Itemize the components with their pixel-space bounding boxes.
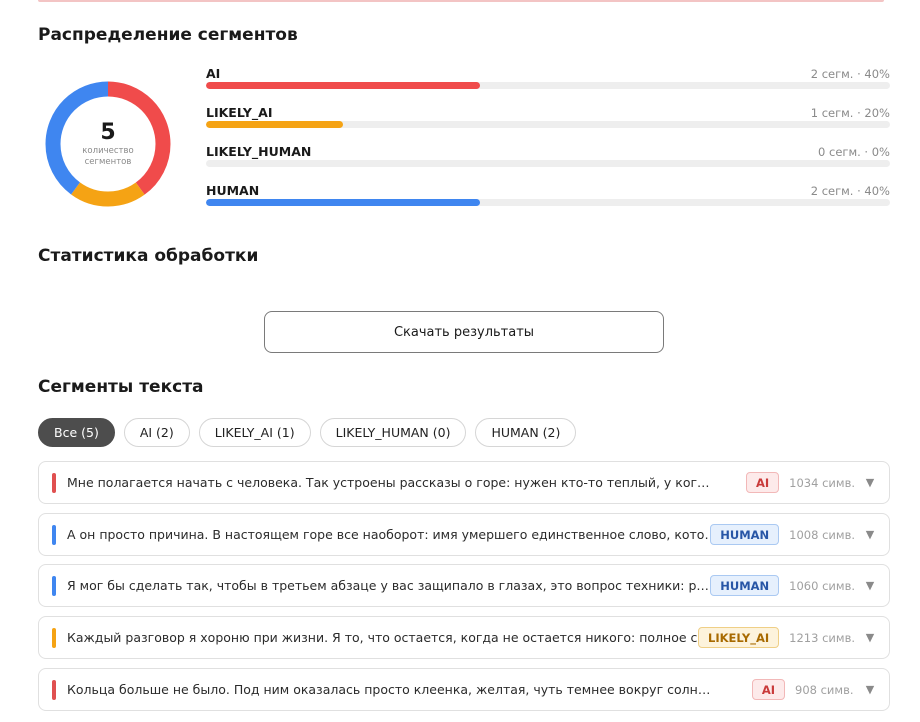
segment-char-count: 1213 симв. [789, 630, 855, 645]
distribution-track [206, 82, 890, 89]
segment-accent [52, 628, 56, 648]
segment-badge: AI [745, 472, 780, 493]
distribution-track [206, 160, 890, 167]
filter-chip[interactable]: AI (2) [123, 418, 190, 447]
distribution-row: LIKELY_HUMAN 0 сегм. · 0% [206, 144, 890, 174]
distribution-track [206, 199, 890, 206]
donut-total: 5 [100, 120, 116, 145]
distribution-meta: 1 сегм. · 20% [810, 106, 890, 120]
distribution-fill [206, 82, 480, 89]
segment-row[interactable]: А он просто причина. В настоящем горе вс… [38, 513, 890, 556]
segment-badge: HUMAN [710, 524, 780, 545]
distribution-row: HUMAN 2 сегм. · 40% [206, 183, 890, 213]
distribution-row: LIKELY_AI 1 сегм. · 20% [206, 105, 890, 135]
segment-accent [52, 680, 56, 700]
segment-badge: HUMAN [710, 575, 780, 596]
chevron-down-icon[interactable]: ▼ [865, 631, 875, 644]
segment-badge: LIKELY_AI [698, 627, 780, 648]
segment-accent [52, 525, 56, 545]
distribution-label: LIKELY_AI [206, 105, 273, 120]
segment-text: Мне полагается начать с человека. Так ус… [67, 475, 717, 490]
segment-row[interactable]: Кольца больше не было. Под ним оказалась… [38, 668, 890, 711]
download-results-button[interactable]: Скачать результаты [264, 311, 664, 353]
chevron-down-icon[interactable]: ▼ [865, 579, 875, 592]
distribution-label: LIKELY_HUMAN [206, 144, 312, 159]
chevron-down-icon[interactable]: ▼ [865, 528, 875, 541]
segment-text: Я мог бы сделать так, чтобы в третьем аб… [67, 578, 717, 593]
segment-accent [52, 473, 56, 493]
top-card-edge [38, 0, 884, 2]
segment-meta: AI 908 симв. ▼ [751, 669, 875, 710]
filter-chip[interactable]: HUMAN (2) [475, 418, 577, 447]
distribution-track [206, 121, 890, 128]
donut-center: 5 количество сегментов [44, 80, 172, 208]
segment-char-count: 908 симв. [795, 682, 854, 697]
stats-title: Статистика обработки [38, 246, 259, 266]
filter-chip[interactable]: Все (5) [38, 418, 115, 447]
distribution-fill [206, 199, 480, 206]
segment-meta: HUMAN 1008 симв. ▼ [710, 514, 875, 555]
segment-accent [52, 576, 56, 596]
distribution-row: AI 2 сегм. · 40% [206, 66, 890, 96]
segment-row[interactable]: Я мог бы сделать так, чтобы в третьем аб… [38, 564, 890, 607]
segments-donut-chart: 5 количество сегментов [44, 80, 172, 208]
distribution-label: AI [206, 66, 221, 81]
distribution-label: HUMAN [206, 183, 260, 198]
segment-row[interactable]: Мне полагается начать с человека. Так ус… [38, 461, 890, 504]
distribution-meta: 2 сегм. · 40% [810, 184, 890, 198]
segment-filters: Все (5) AI (2) LIKELY_AI (1) LIKELY_HUMAN (… [38, 418, 577, 447]
segment-text: А он просто причина. В настоящем горе вс… [67, 527, 717, 542]
distribution-title: Распределение сегментов [38, 25, 298, 45]
segment-text: Кольца больше не было. Под ним оказалась… [67, 682, 717, 697]
segment-char-count: 1008 симв. [789, 527, 855, 542]
segment-meta: HUMAN 1060 симв. ▼ [710, 565, 875, 606]
distribution-fill [206, 121, 343, 128]
segment-badge: AI [751, 679, 785, 700]
segment-meta: AI 1034 симв. ▼ [745, 462, 875, 503]
segment-char-count: 1060 симв. [789, 578, 855, 593]
segment-meta: LIKELY_AI 1213 симв. ▼ [698, 617, 875, 658]
filter-chip[interactable]: LIKELY_AI (1) [198, 418, 311, 447]
donut-caption: количество сегментов [82, 146, 134, 167]
segment-text: Каждый разговор я хороню при жизни. Я то… [67, 630, 717, 645]
segment-char-count: 1034 симв. [789, 475, 855, 490]
distribution-meta: 0 сегм. · 0% [818, 145, 890, 159]
chevron-down-icon[interactable]: ▼ [865, 683, 875, 696]
distribution-meta: 2 сегм. · 40% [810, 67, 890, 81]
segments-title: Сегменты текста [38, 377, 204, 397]
segment-row[interactable]: Каждый разговор я хороню при жизни. Я то… [38, 616, 890, 659]
filter-chip[interactable]: LIKELY_HUMAN (0) [319, 418, 467, 447]
chevron-down-icon[interactable]: ▼ [865, 476, 875, 489]
